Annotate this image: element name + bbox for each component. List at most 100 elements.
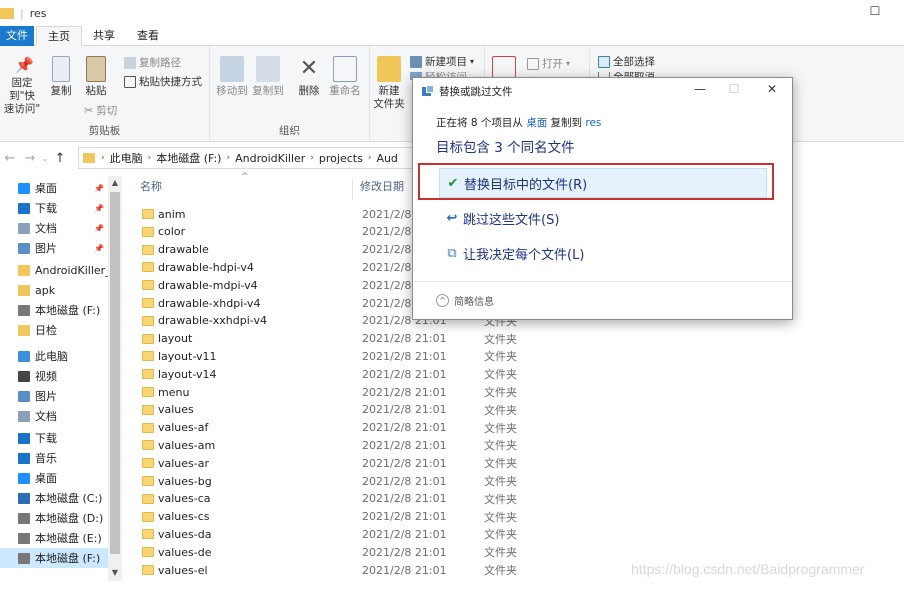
status-source-link[interactable]: 桌面 [526, 117, 547, 129]
nav-item[interactable]: 下载 [0, 428, 108, 448]
status-dest-link[interactable]: res [585, 117, 601, 129]
new-folder-button[interactable]: 新建 文件夹 [370, 56, 408, 111]
folder-icon [142, 440, 154, 451]
rename-button[interactable]: 重命名 [326, 56, 364, 98]
tab-share[interactable]: 共享 [82, 26, 126, 46]
file-row[interactable]: values-cs 2021/2/8 21:01 文件夹 [130, 508, 630, 526]
move-to-button[interactable]: 移动到 [214, 56, 250, 98]
nav-item[interactable]: 本地磁盘 (C:) [0, 488, 108, 508]
nav-scrollbar[interactable]: ▲ ▼ [108, 176, 122, 581]
breadcrumb-project[interactable]: Aud [376, 152, 397, 165]
dialog-close-button[interactable]: ✕ [759, 82, 785, 100]
breadcrumb-drive-f[interactable]: 本地磁盘 (F:) [156, 150, 221, 166]
nav-item[interactable]: AndroidKiller_v [0, 260, 108, 280]
nav-item[interactable]: 音乐 [0, 448, 108, 468]
tab-view[interactable]: 查看 [126, 26, 170, 46]
file-name: values-bg [158, 474, 212, 488]
nav-item[interactable]: 图片 📌 [0, 238, 108, 258]
pin-quick-access-button[interactable]: 📌 固定到"快 速访问" [0, 56, 44, 116]
nav-item[interactable]: 本地磁盘 (E:) [0, 528, 108, 548]
nav-item[interactable]: 此电脑 [0, 346, 108, 366]
nav-item[interactable]: 桌面 [0, 468, 108, 488]
up-arrow-icon[interactable]: ↑ [50, 151, 70, 166]
column-divider[interactable] [352, 178, 353, 200]
back-arrow-icon[interactable]: ← [0, 151, 20, 166]
column-header-name[interactable]: 名称 [140, 178, 162, 200]
file-name: values-ar [158, 456, 210, 470]
address-bar[interactable]: › 此电脑 › 本地磁盘 (F:) › AndroidKiller › proj… [78, 147, 438, 169]
sort-indicator-icon: ^ [241, 172, 249, 182]
file-type: 文件夹 [484, 386, 517, 399]
breadcrumb-projects[interactable]: projects [319, 152, 363, 165]
new-folder-label-2: 文件夹 [373, 98, 405, 110]
file-row[interactable]: values-da 2021/2/8 21:01 文件夹 [130, 525, 630, 543]
folder-icon [142, 458, 154, 469]
select-all-button[interactable]: 全部选择 [598, 54, 655, 69]
delete-button[interactable]: ✕ 删除 [294, 56, 324, 98]
decide-each-option[interactable]: ⧉ 让我决定每个文件(L) [439, 238, 767, 268]
nav-item[interactable]: 本地磁盘 (F:) [0, 548, 108, 568]
breadcrumb-androidkiller[interactable]: AndroidKiller [235, 152, 305, 165]
file-row[interactable]: values-ar 2021/2/8 21:01 文件夹 [130, 454, 630, 472]
copy-button[interactable]: 复制 [46, 56, 76, 98]
tab-file[interactable]: 文件 [0, 26, 34, 46]
file-row[interactable]: values-bg 2021/2/8 21:01 文件夹 [130, 472, 630, 490]
file-name: values-ca [158, 492, 211, 506]
skip-files-option[interactable]: ↩ 跳过这些文件(S) [439, 203, 767, 233]
file-date: 2021/2/8 21:01 [362, 527, 447, 541]
nav-item[interactable]: 本地磁盘 (F:) [0, 300, 108, 320]
nav-item[interactable]: 文档 📌 [0, 218, 108, 238]
nav-item-icon [18, 242, 30, 254]
file-row[interactable]: layout-v14 2021/2/8 21:01 文件夹 [130, 365, 630, 383]
file-row[interactable]: values-el 2021/2/8 21:01 文件夹 [130, 561, 630, 579]
file-row[interactable]: layout-v11 2021/2/8 21:01 文件夹 [130, 347, 630, 365]
forward-arrow-icon[interactable]: → [20, 151, 40, 166]
nav-item-label: 本地磁盘 (F:) [35, 552, 101, 565]
dialog-divider [413, 281, 792, 282]
maximize-button[interactable]: ☐ [860, 4, 890, 22]
folder-icon [142, 476, 154, 486]
nav-item[interactable]: apk [0, 280, 108, 300]
file-row[interactable]: values-am 2021/2/8 21:01 文件夹 [130, 436, 630, 454]
nav-item-icon [18, 182, 30, 194]
breadcrumb-this-pc[interactable]: 此电脑 [110, 150, 143, 166]
folder-icon [142, 547, 154, 558]
column-header-date[interactable]: 修改日期 [360, 178, 404, 200]
nav-item[interactable]: 文档 [0, 406, 108, 426]
file-row[interactable]: values-ca 2021/2/8 21:01 文件夹 [130, 490, 630, 508]
paste-shortcut-button[interactable]: 粘贴快捷方式 [124, 74, 202, 89]
fewer-details-toggle[interactable]: ^ 简略信息 [436, 293, 494, 308]
new-item-button[interactable]: 新建项目 ▾ [410, 54, 474, 69]
nav-item[interactable]: 桌面 📌 [0, 178, 108, 198]
copy-path-button[interactable]: 复制路径 [124, 55, 181, 70]
dialog-minimize-button[interactable]: — [687, 82, 713, 100]
nav-item-icon [18, 350, 30, 362]
file-row[interactable]: menu 2021/2/8 21:01 文件夹 [130, 383, 630, 401]
nav-item[interactable]: 日检 [0, 320, 108, 340]
tab-home[interactable]: 主页 [36, 26, 82, 46]
file-row[interactable]: values-af 2021/2/8 21:01 文件夹 [130, 419, 630, 437]
nav-item[interactable]: 图片 [0, 386, 108, 406]
nav-item-icon [18, 264, 30, 276]
cut-button[interactable]: ✂ 剪切 [84, 103, 117, 118]
chevron-up-icon: ^ [436, 294, 449, 307]
open-button[interactable]: 打开 ▾ [527, 56, 570, 71]
dialog-maximize-button[interactable]: ☐ [721, 82, 747, 100]
copy-to-button[interactable]: 复制到 [250, 56, 286, 98]
nav-item[interactable]: 下载 📌 [0, 198, 108, 218]
copy-to-label: 复制到 [252, 85, 284, 97]
paste-button[interactable]: 粘贴 [80, 56, 112, 98]
folder-icon [142, 244, 154, 255]
nav-item[interactable]: 视频 [0, 366, 108, 386]
file-row[interactable]: layout 2021/2/8 21:01 文件夹 [130, 330, 630, 348]
scroll-thumb[interactable] [110, 192, 120, 554]
scroll-down-icon[interactable]: ▼ [108, 568, 122, 577]
file-row[interactable]: values 2021/2/8 21:01 文件夹 [130, 401, 630, 419]
nav-item-label: 本地磁盘 (E:) [35, 532, 102, 545]
nav-item-icon [18, 324, 30, 336]
file-type: 文件夹 [484, 421, 517, 435]
scroll-up-icon[interactable]: ▲ [108, 178, 122, 187]
file-row[interactable]: values-de 2021/2/8 21:01 文件夹 [130, 543, 630, 561]
nav-item[interactable]: 本地磁盘 (D:) [0, 508, 108, 528]
recent-dropdown-icon[interactable]: ⌄ [40, 154, 50, 163]
